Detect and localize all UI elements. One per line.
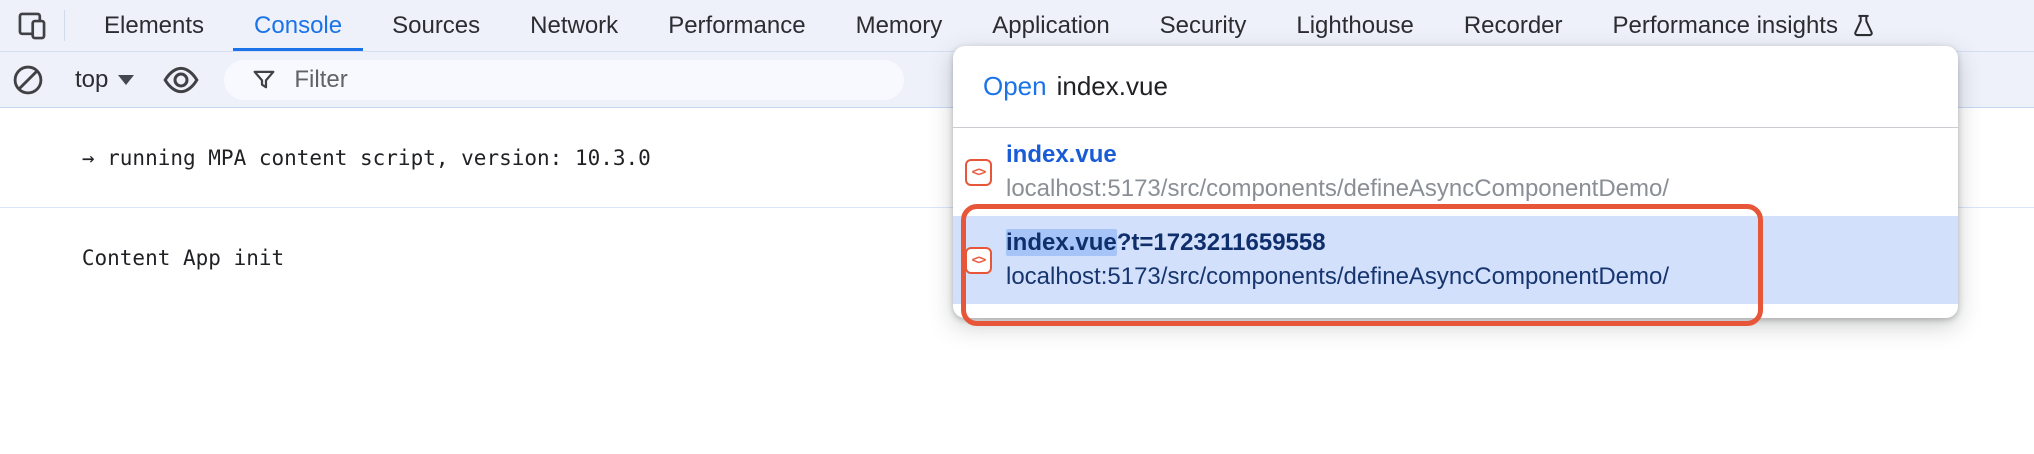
eye-icon	[161, 60, 201, 100]
filter-input[interactable]	[294, 65, 895, 94]
tab-recorder[interactable]: Recorder	[1439, 0, 1588, 51]
quick-open-results: <> index.vue localhost:5173/src/componen…	[953, 128, 1958, 304]
result-title: index.vue?t=1723211659558	[1006, 227, 1669, 259]
tab-strip: Elements Console Sources Network Perform…	[79, 0, 1902, 51]
quick-open-prefix: Open	[983, 71, 1047, 101]
block-clear-icon	[10, 62, 46, 98]
clear-console-button[interactable]	[0, 52, 56, 108]
console-filter-box[interactable]	[224, 59, 905, 100]
vue-file-icon: <>	[965, 158, 992, 186]
quick-open-result-selected[interactable]: <> index.vue?t=1723211659558 localhost:5…	[953, 216, 1958, 304]
toggle-device-toolbar-button[interactable]	[0, 0, 64, 52]
devtools-tab-bar: Elements Console Sources Network Perform…	[0, 0, 2034, 52]
tab-elements[interactable]: Elements	[79, 0, 229, 51]
tab-performance[interactable]: Performance	[643, 0, 830, 51]
context-selector-value: top	[75, 65, 109, 93]
live-expression-button[interactable]	[153, 52, 209, 108]
quick-open-query: index.vue	[1056, 71, 1168, 101]
funnel-filter-icon	[250, 66, 278, 94]
tab-lighthouse[interactable]: Lighthouse	[1271, 0, 1438, 51]
result-url: localhost:5173/src/components/defineAsyn…	[1006, 175, 1670, 202]
result-text: index.vue?t=1723211659558 localhost:5173…	[1006, 227, 1669, 293]
tab-application[interactable]: Application	[967, 0, 1134, 51]
devtools-window: Elements Console Sources Network Perform…	[0, 0, 2034, 454]
tabbar-divider	[64, 10, 65, 41]
match-highlight: index.vue	[1006, 229, 1117, 256]
result-title: index.vue	[1006, 141, 1117, 168]
chevron-down-icon	[118, 74, 135, 85]
flask-icon	[1850, 12, 1877, 39]
result-title-rest: ?t=1723211659558	[1116, 229, 1326, 256]
toggle-device-toolbar-icon	[15, 9, 49, 43]
tab-console[interactable]: Console	[229, 0, 367, 51]
tab-memory[interactable]: Memory	[831, 0, 968, 51]
quick-open-header: Open index.vue	[953, 46, 1958, 128]
quick-open-result[interactable]: <> index.vue localhost:5173/src/componen…	[953, 128, 1958, 216]
javascript-context-selector[interactable]: top	[57, 52, 152, 108]
tab-security[interactable]: Security	[1135, 0, 1272, 51]
console-message-text: → running MPA content script, version: 1…	[81, 146, 651, 170]
result-url: localhost:5173/src/components/defineAsyn…	[1006, 263, 1670, 290]
vue-file-icon: <>	[965, 246, 992, 274]
tab-performance-insights[interactable]: Performance insights	[1588, 0, 1902, 51]
tab-performance-insights-label: Performance insights	[1612, 11, 1838, 39]
tab-sources[interactable]: Sources	[367, 0, 505, 51]
console-message-text: Content App init	[81, 246, 285, 270]
quick-open-dialog: Open index.vue <> index.vue localhost:51…	[953, 46, 1958, 318]
tab-network[interactable]: Network	[505, 0, 643, 51]
result-text: index.vue localhost:5173/src/components/…	[1006, 139, 1669, 205]
